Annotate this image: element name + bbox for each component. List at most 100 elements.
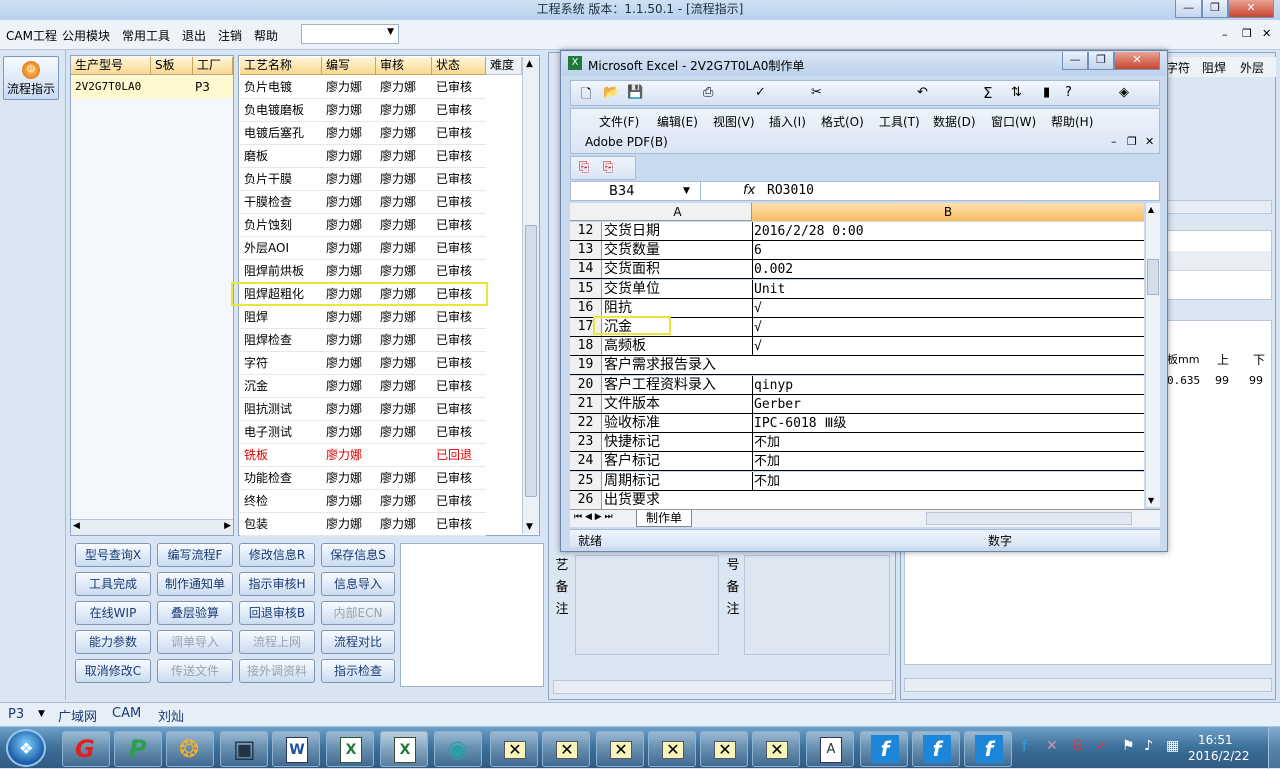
action-button[interactable]: 信息导入 — [321, 572, 395, 596]
cell-a[interactable]: 阻抗 — [604, 299, 632, 317]
excel-menu-window[interactable]: 窗口(W) — [991, 113, 1036, 130]
excel-minimize-button[interactable]: — — [1062, 52, 1088, 70]
action-button[interactable]: 指示检查 — [321, 659, 395, 683]
cell-b[interactable]: qinyp — [754, 376, 793, 394]
mdi-restore-icon[interactable]: ❐ — [1242, 27, 1252, 40]
taskbar-app-excel[interactable]: X — [326, 731, 374, 767]
name-box[interactable]: B34 ▼ — [571, 182, 701, 200]
sheet-row[interactable]: 23 快捷标记 不加 — [570, 433, 1144, 453]
undo-icon[interactable]: ↶ — [917, 85, 928, 100]
excel-menu-format[interactable]: 格式(O) — [821, 113, 864, 130]
action-button[interactable]: 流程对比 — [321, 630, 395, 654]
cell-a[interactable]: 高频板 — [604, 337, 646, 355]
process-header-status[interactable]: 状态 — [432, 57, 486, 75]
volume-icon[interactable]: ♪ — [1144, 738, 1153, 754]
row-number[interactable]: 18 — [570, 337, 602, 356]
sheet-hscroll[interactable] — [926, 512, 1132, 525]
scroll-thumb[interactable] — [525, 225, 537, 497]
tray-f-icon[interactable]: f — [1022, 739, 1027, 755]
sheet-row[interactable]: 15 交货单位 Unit — [570, 279, 1144, 299]
row-number[interactable]: 13 — [570, 241, 602, 260]
row-number[interactable]: 22 — [570, 414, 602, 432]
action-button[interactable]: 能力参数 — [75, 630, 151, 654]
close-button[interactable]: ✕ — [1228, 0, 1274, 18]
excel-menu-adobe[interactable]: Adobe PDF(B) — [585, 135, 668, 149]
sheet-row[interactable]: 20 客户工程资料录入 qinyp — [570, 375, 1144, 395]
process-header-difficulty[interactable]: 难度 — [486, 57, 522, 75]
sheet-row[interactable]: 18 高频板 √ — [570, 337, 1144, 357]
cell-a[interactable]: 客户标记 — [604, 452, 660, 470]
print-icon[interactable]: ⎙ — [703, 85, 713, 100]
cell-b[interactable]: 6 — [754, 241, 762, 259]
spellcheck-icon[interactable]: ✓ — [755, 85, 766, 100]
row-number[interactable]: 21 — [570, 394, 602, 413]
taskbar-app-x3[interactable]: ✕ — [596, 731, 644, 767]
taskbar-app-x5[interactable]: ✕ — [700, 731, 748, 767]
model-notes-box[interactable] — [744, 555, 890, 655]
scroll-down-icon[interactable]: ▼ — [1148, 496, 1154, 505]
cell-a[interactable]: 出货要求 — [604, 491, 660, 509]
product-header-factory[interactable]: 工厂 — [193, 57, 233, 75]
first-sheet-icon[interactable]: ⏮ ◀ ▶ ⏭ — [574, 512, 613, 522]
action-button[interactable]: 编写流程F — [157, 543, 233, 567]
sheet-row[interactable]: 21 文件版本 Gerber — [570, 394, 1144, 414]
status-factory[interactable]: P3 — [8, 707, 24, 722]
menu-dropdown[interactable]: ▼ — [301, 24, 399, 44]
excel-close-button[interactable]: ✕ — [1114, 52, 1160, 70]
excel-doc-restore-icon[interactable]: ❐ — [1127, 135, 1137, 148]
row-number[interactable]: 26 — [570, 490, 602, 509]
right-hscroll-bottom[interactable] — [904, 678, 1272, 692]
row-number[interactable]: 16 — [570, 298, 602, 317]
cell-a[interactable]: 交货数量 — [604, 241, 660, 259]
product-hscroll[interactable]: ◀ ▶ — [71, 519, 233, 535]
cell-b[interactable]: 2016/2/28 0:00 — [754, 222, 864, 240]
cell-a[interactable]: 周期标记 — [604, 472, 660, 490]
process-header-writer[interactable]: 编写 — [322, 57, 376, 75]
action-button[interactable]: 型号查询X — [75, 543, 151, 567]
action-button[interactable]: 接外调资料 — [239, 659, 315, 683]
process-header-reviewer[interactable]: 审核 — [376, 57, 432, 75]
mdi-minimize-icon[interactable]: – — [1222, 28, 1228, 41]
scroll-up-icon[interactable]: ▲ — [1148, 205, 1154, 214]
cell-b[interactable]: 不加 — [754, 472, 780, 490]
action-button[interactable]: 内部ECN — [321, 601, 395, 625]
scroll-right-icon[interactable]: ▶ — [224, 521, 231, 531]
row-number[interactable]: 19 — [570, 356, 602, 375]
cut-icon[interactable]: ✂ — [811, 85, 822, 100]
flow-indicator-button[interactable]: ⏻ 流程指示 — [3, 56, 59, 100]
save-icon[interactable]: 💾 — [627, 85, 643, 100]
sheet-row[interactable]: 16 阻抗 √ — [570, 298, 1144, 318]
action-button[interactable]: 传送文件 — [157, 659, 233, 683]
pdf-create-icon[interactable]: ⎘ — [579, 160, 589, 175]
column-a-header[interactable]: A — [604, 203, 752, 221]
action-button[interactable]: 制作通知单 — [157, 572, 233, 596]
excel-menu-edit[interactable]: 编辑(E) — [657, 113, 698, 130]
taskbar-app-shell[interactable]: ❂ — [166, 731, 214, 767]
row-number[interactable]: 14 — [570, 260, 602, 279]
sheet-row[interactable]: 19 客户需求报告录入 — [570, 356, 1144, 376]
middle-hscroll[interactable] — [553, 680, 893, 694]
taskbar-app-x6[interactable]: ✕ — [752, 731, 800, 767]
restore-button[interactable]: ❐ — [1202, 0, 1228, 18]
action-button[interactable]: 叠层验算 — [157, 601, 233, 625]
column-b-header[interactable]: B — [752, 203, 1144, 221]
row-number[interactable]: 25 — [570, 471, 602, 490]
cell-b[interactable]: 不加 — [754, 433, 780, 451]
taskbar-app-g[interactable]: G — [62, 731, 110, 767]
sheet-row[interactable]: 22 验收标准 IPC-6018 Ⅲ级 — [570, 414, 1144, 433]
excel-restore-button[interactable]: ❐ — [1088, 52, 1114, 70]
chevron-down-icon[interactable]: ▼ — [38, 709, 45, 719]
cell-a[interactable]: 文件版本 — [604, 395, 660, 413]
action-button[interactable]: 保存信息S — [321, 543, 395, 567]
sheet-row[interactable]: 12 交货日期 2016/2/28 0:00 — [570, 222, 1144, 241]
menu-logout[interactable]: 注销 — [218, 27, 242, 44]
taskbar-app-eye[interactable]: ◉ — [434, 731, 482, 767]
action-button[interactable]: 回退审核B — [239, 601, 315, 625]
chart-icon[interactable]: ▮ — [1043, 85, 1050, 100]
scroll-down-icon[interactable]: ▼ — [526, 522, 533, 532]
cell-b[interactable]: Unit — [754, 280, 785, 298]
cell-b[interactable]: IPC-6018 Ⅲ级 — [754, 414, 846, 432]
cell-a[interactable]: 交货面积 — [604, 260, 660, 278]
notes-textbox[interactable] — [400, 543, 544, 687]
product-header-sboard[interactable]: S板 — [151, 57, 193, 75]
